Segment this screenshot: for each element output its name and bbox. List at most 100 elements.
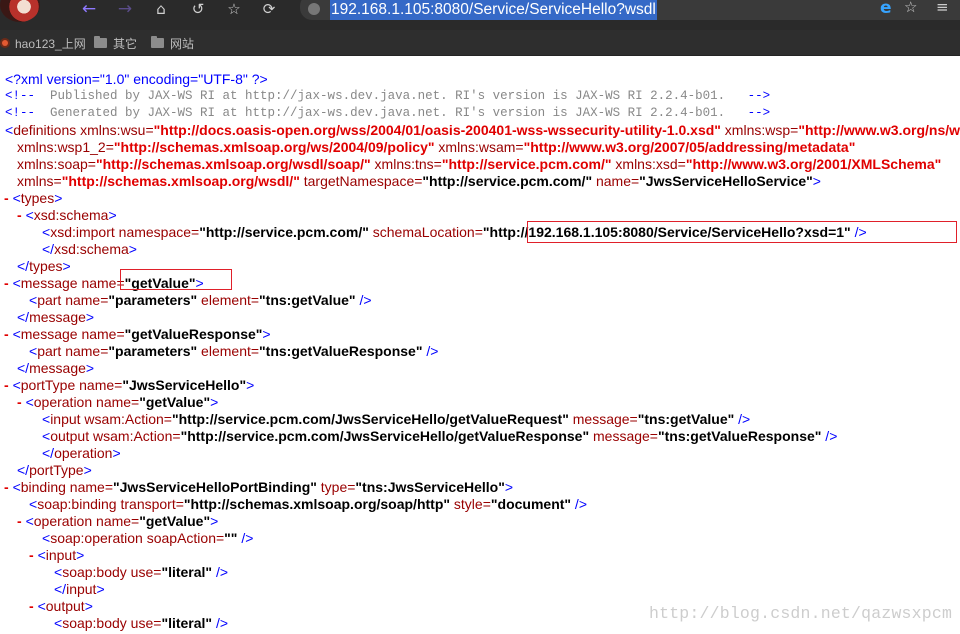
collapse-toggle[interactable]: - — [4, 190, 13, 206]
xml-line: <input wsam:Action="http://service.pcm.c… — [42, 411, 750, 428]
favorite-icon[interactable]: ☆ — [904, 0, 917, 16]
xml-tag-name: message — [29, 309, 86, 325]
xml-markup: </ — [54, 581, 67, 597]
xml-tag-name: soap:body — [62, 615, 127, 631]
xml-line: xmlns:soap="http://schemas.xmlsoap.org/w… — [17, 156, 941, 173]
xml-attribute-name: xmlns= — [17, 173, 62, 189]
xml-attribute-name: style= — [450, 496, 491, 512]
xml-line: <?xml version="1.0" encoding="UTF-8" ?> — [5, 71, 268, 88]
xml-attribute-name: name= — [92, 394, 140, 410]
xml-tag-name: soap:body — [62, 564, 127, 580]
xml-line: - <binding name="JwsServiceHelloPortBind… — [4, 479, 513, 496]
collapse-toggle[interactable]: - — [4, 479, 13, 495]
bookmark-label: 网站 — [170, 36, 195, 51]
xml-attribute-value: "parameters" — [108, 292, 198, 308]
collapse-toggle[interactable]: - — [17, 513, 26, 529]
xml-attribute-name: message= — [589, 428, 658, 444]
xml-line: <soap:operation soapAction="" /> — [42, 530, 253, 547]
xml-tag-name: xsd:schema — [54, 241, 129, 257]
xml-tag-name: xsd:import — [50, 224, 115, 240]
xml-tag-name: operation — [54, 445, 113, 461]
xml-namespace-value: "http://service.pcm.com/" — [441, 156, 612, 172]
collapse-toggle[interactable]: - — [29, 547, 38, 563]
xml-attribute-name: name= — [75, 377, 123, 393]
back-icon[interactable]: ← — [74, 0, 104, 19]
xml-markup: > — [83, 462, 92, 478]
xml-tag-name: output — [50, 428, 90, 444]
collapse-toggle[interactable]: - — [29, 598, 38, 614]
collapse-toggle[interactable]: - — [17, 207, 26, 223]
xml-comment-text: Published by JAX-WS RI at http://jax-ws.… — [42, 89, 741, 103]
undo-icon[interactable]: ↺ — [183, 0, 213, 18]
xml-line: <!-- Generated by JAX-WS RI at http://ja… — [5, 105, 770, 122]
xml-tag-name: binding — [20, 479, 66, 495]
xml-attribute-value: "http://service.pcm.com/" — [422, 173, 593, 189]
xml-tag-name: input — [45, 547, 77, 563]
xml-namespace-value: "http://schemas.xmlsoap.org/ws/2004/09/p… — [113, 139, 435, 155]
xml-markup: > — [210, 394, 219, 410]
site-favicon-icon — [2, 40, 8, 46]
xml-markup: /> — [237, 530, 254, 546]
xml-attribute-value: "tns:getValue" — [259, 292, 356, 308]
xml-markup: < — [42, 428, 51, 444]
xml-attribute-value: "document" — [490, 496, 572, 512]
watermark: http://blog.csdn.net/qazwsxpcm — [649, 604, 953, 623]
bookmarks-bar: hao123_上网 其它 网站 — [0, 30, 960, 56]
bookmark-label: hao123_上网 — [15, 36, 86, 51]
xml-attribute-value: "getValue" — [139, 394, 211, 410]
xml-tag-name: part — [37, 292, 62, 308]
xml-markup: </ — [17, 360, 30, 376]
xml-markup: < — [12, 377, 21, 393]
xml-attribute-value: "getValueResponse" — [124, 326, 263, 342]
xml-namespace-value: "http://schemas.xmlsoap.org/wsdl/soap/" — [95, 156, 371, 172]
xml-tag-name: input — [50, 411, 81, 427]
xml-attribute-name: name= — [61, 343, 109, 359]
xml-markup: > — [504, 479, 514, 495]
xml-tag-name: portType — [20, 377, 76, 393]
xml-attribute-value: "tns:JwsServiceHello" — [355, 479, 505, 495]
forward-icon[interactable]: → — [110, 0, 140, 19]
xml-attribute-name: xmlns:wsam= — [434, 139, 524, 155]
bookmark-folder-other[interactable]: 其它 — [94, 34, 137, 52]
xml-markup: > — [85, 309, 95, 325]
browser-toolbar: ← → ⌂ ↺ ☆ ⟳ 192.168.1.105:8080/Service/S… — [0, 0, 960, 30]
collapse-toggle[interactable]: - — [4, 326, 13, 342]
xml-markup: --> — [740, 106, 771, 120]
address-bar[interactable]: 192.168.1.105:8080/Service/ServiceHello?… — [300, 0, 960, 20]
highlight-box-schema-location — [527, 221, 957, 243]
collapse-toggle[interactable]: - — [4, 275, 13, 291]
xml-tag-name: soap:binding — [37, 496, 117, 512]
xml-markup: <!-- — [5, 106, 43, 120]
reload-icon[interactable]: ⟳ — [254, 0, 284, 18]
collapse-toggle[interactable]: - — [17, 394, 26, 410]
ie-mode-icon[interactable]: e — [880, 0, 892, 18]
xml-markup: > — [108, 207, 117, 223]
xml-markup: </ — [17, 309, 30, 325]
site-info-icon[interactable] — [308, 3, 320, 15]
xml-markup: < — [5, 122, 14, 138]
menu-icon[interactable]: ≡ — [936, 0, 949, 16]
url-input[interactable]: 192.168.1.105:8080/Service/ServiceHello?… — [330, 0, 657, 20]
xml-markup: < — [29, 343, 38, 359]
bookmark-hao123[interactable]: hao123_上网 — [2, 34, 86, 52]
xml-attribute-name: xmlns:xsd= — [611, 156, 686, 172]
star-icon[interactable]: ☆ — [219, 0, 249, 18]
xml-line: xmlns="http://schemas.xmlsoap.org/wsdl/"… — [17, 173, 821, 190]
xml-tag-name: types — [29, 258, 63, 274]
xml-line: </message> — [17, 309, 94, 326]
collapse-toggle[interactable]: - — [4, 377, 13, 393]
user-avatar[interactable] — [0, 0, 40, 22]
xml-markup: </ — [17, 462, 30, 478]
xml-markup: > — [262, 326, 271, 342]
xml-markup: /> — [422, 343, 439, 359]
xml-comment-text: Generated by JAX-WS RI at http://jax-ws.… — [42, 106, 741, 120]
xml-attribute-value: "parameters" — [108, 343, 198, 359]
xml-attribute-value: "literal" — [161, 564, 213, 580]
bookmark-folder-site[interactable]: 网站 — [151, 34, 194, 52]
home-icon[interactable]: ⌂ — [146, 0, 176, 18]
xml-markup: < — [12, 190, 21, 206]
xml-markup: > — [112, 445, 121, 461]
bookmark-label: 其它 — [113, 36, 138, 51]
xml-tag-name: soap:operation — [50, 530, 143, 546]
xml-markup: > — [128, 241, 137, 257]
